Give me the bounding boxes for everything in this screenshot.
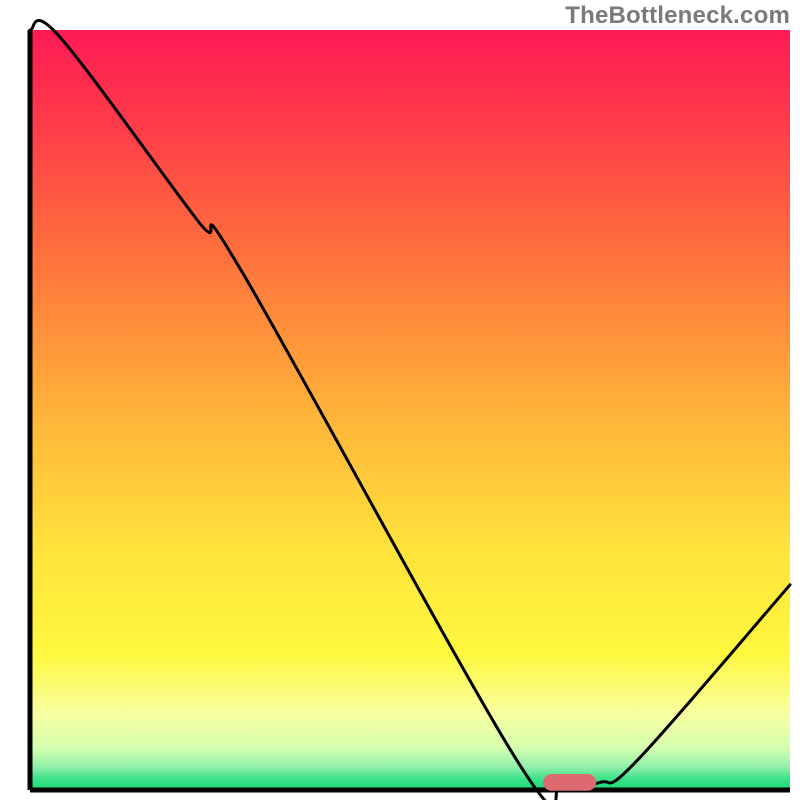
chart-optimum-marker [543,774,596,791]
bottleneck-chart [0,0,800,800]
chart-plot-background [30,30,790,790]
